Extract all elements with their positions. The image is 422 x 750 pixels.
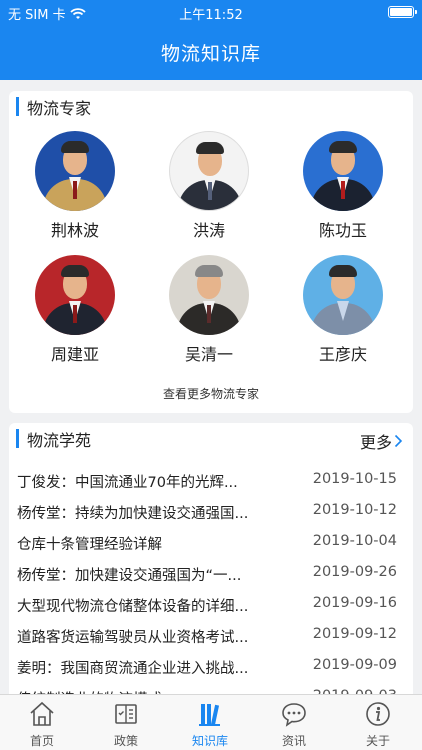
expert-name[interactable]: 洪涛 xyxy=(149,217,269,241)
article-title[interactable]: 大型现代物流仓储整体设备的详细... xyxy=(17,595,277,616)
academy-section-title: 物流学苑 xyxy=(27,431,92,450)
expert-card[interactable]: 王彦庆 xyxy=(283,255,403,365)
article-title[interactable]: 杨传堂：持续为加快建设交通强国... xyxy=(17,502,277,523)
expert-card[interactable]: 吴清一 xyxy=(149,255,269,365)
expert-card[interactable]: 陈功玉 xyxy=(283,131,403,241)
expert-avatar[interactable] xyxy=(303,131,383,211)
article-title[interactable]: 道路客货运输驾驶员从业资格考试... xyxy=(17,626,277,647)
status-bar: 无 SIM 卡 上午11:52 xyxy=(0,0,422,24)
section-accent-bar xyxy=(16,429,19,448)
tab-about[interactable]: 关于 xyxy=(336,695,420,750)
academy-section-header: 物流学苑 更多 xyxy=(9,423,413,453)
expert-avatar[interactable] xyxy=(303,255,383,335)
list-item[interactable]: 丁俊发：中国流通业70年的光辉... 2019-10-15 xyxy=(9,467,413,498)
expert-avatar[interactable] xyxy=(169,131,249,211)
see-more-experts-link[interactable]: 查看更多物流专家 xyxy=(9,385,413,402)
section-accent-bar xyxy=(16,97,19,116)
tab-label[interactable]: 知识库 xyxy=(168,732,252,749)
tab-policy[interactable]: 政策 xyxy=(84,695,168,750)
tab-label[interactable]: 资讯 xyxy=(252,732,336,749)
article-title[interactable]: 仓库十条管理经验详解 xyxy=(17,533,277,554)
list-item[interactable]: 杨传堂：持续为加快建设交通强国... 2019-10-12 xyxy=(9,498,413,529)
academy-card: 物流学苑 更多 丁俊发：中国流通业70年的光辉... 2019-10-15 杨传… xyxy=(9,423,413,703)
expert-name[interactable]: 吴清一 xyxy=(149,341,269,365)
expert-name[interactable]: 周建亚 xyxy=(15,341,135,365)
article-date: 2019-09-16 xyxy=(312,595,397,611)
expert-name[interactable]: 荆林波 xyxy=(15,217,135,241)
academy-news-list: 丁俊发：中国流通业70年的光辉... 2019-10-15 杨传堂：持续为加快建… xyxy=(9,467,413,703)
experts-card: 物流专家 荆林波 洪涛 陈功玉 周建亚 吴清一 王彦庆 查看更多物流专家 xyxy=(9,91,413,413)
tab-bar: 首页 政策 知识库 资讯 关于 xyxy=(0,694,422,750)
list-item[interactable]: 姜明：我国商贸流通企业进入挑战... 2019-09-09 xyxy=(9,653,413,684)
expert-avatar[interactable] xyxy=(35,131,115,211)
clock: 上午11:52 xyxy=(179,8,243,23)
article-date: 2019-09-09 xyxy=(312,657,397,673)
chat-icon[interactable] xyxy=(280,700,308,728)
list-item[interactable]: 大型现代物流仓储整体设备的详细... 2019-09-16 xyxy=(9,591,413,622)
tab-label[interactable]: 政策 xyxy=(84,732,168,749)
expert-name[interactable]: 陈功玉 xyxy=(283,217,403,241)
expert-avatar[interactable] xyxy=(169,255,249,335)
expert-card[interactable]: 洪涛 xyxy=(149,131,269,241)
tab-home[interactable]: 首页 xyxy=(0,695,84,750)
article-date: 2019-09-12 xyxy=(312,626,397,642)
experts-section-title: 物流专家 xyxy=(27,99,92,118)
info-icon[interactable] xyxy=(364,700,392,728)
more-label[interactable]: 更多 xyxy=(360,429,392,453)
list-item[interactable]: 道路客货运输驾驶员从业资格考试... 2019-09-12 xyxy=(9,622,413,653)
nav-bar: 物流知识库 xyxy=(0,24,422,80)
academy-more-button[interactable]: 更多 xyxy=(360,429,403,453)
tab-news[interactable]: 资讯 xyxy=(252,695,336,750)
article-title[interactable]: 丁俊发：中国流通业70年的光辉... xyxy=(17,471,277,492)
article-date: 2019-10-15 xyxy=(312,471,397,487)
page-title: 物流知识库 xyxy=(160,42,261,65)
tab-label[interactable]: 首页 xyxy=(0,732,84,749)
home-icon[interactable] xyxy=(28,700,56,728)
expert-avatar[interactable] xyxy=(35,255,115,335)
article-title[interactable]: 杨传堂：加快建设交通强国为“一... xyxy=(17,564,277,585)
article-date: 2019-10-12 xyxy=(312,502,397,518)
article-date: 2019-10-04 xyxy=(312,533,397,549)
battery-icon xyxy=(388,6,417,18)
expert-card[interactable]: 荆林波 xyxy=(15,131,135,241)
article-date: 2019-09-26 xyxy=(312,564,397,580)
experts-section-header: 物流专家 xyxy=(9,91,413,121)
list-item[interactable]: 仓库十条管理经验详解 2019-10-04 xyxy=(9,529,413,560)
list-item[interactable]: 杨传堂：加快建设交通强国为“一... 2019-09-26 xyxy=(9,560,413,591)
article-title[interactable]: 姜明：我国商贸流通企业进入挑战... xyxy=(17,657,277,678)
expert-name[interactable]: 王彦庆 xyxy=(283,341,403,365)
chevron-right-icon[interactable] xyxy=(394,434,403,448)
tab-knowledge[interactable]: 知识库 xyxy=(168,695,252,750)
tab-label[interactable]: 关于 xyxy=(336,732,420,749)
book-icon[interactable] xyxy=(112,700,140,728)
expert-card[interactable]: 周建亚 xyxy=(15,255,135,365)
library-icon[interactable] xyxy=(196,700,224,728)
